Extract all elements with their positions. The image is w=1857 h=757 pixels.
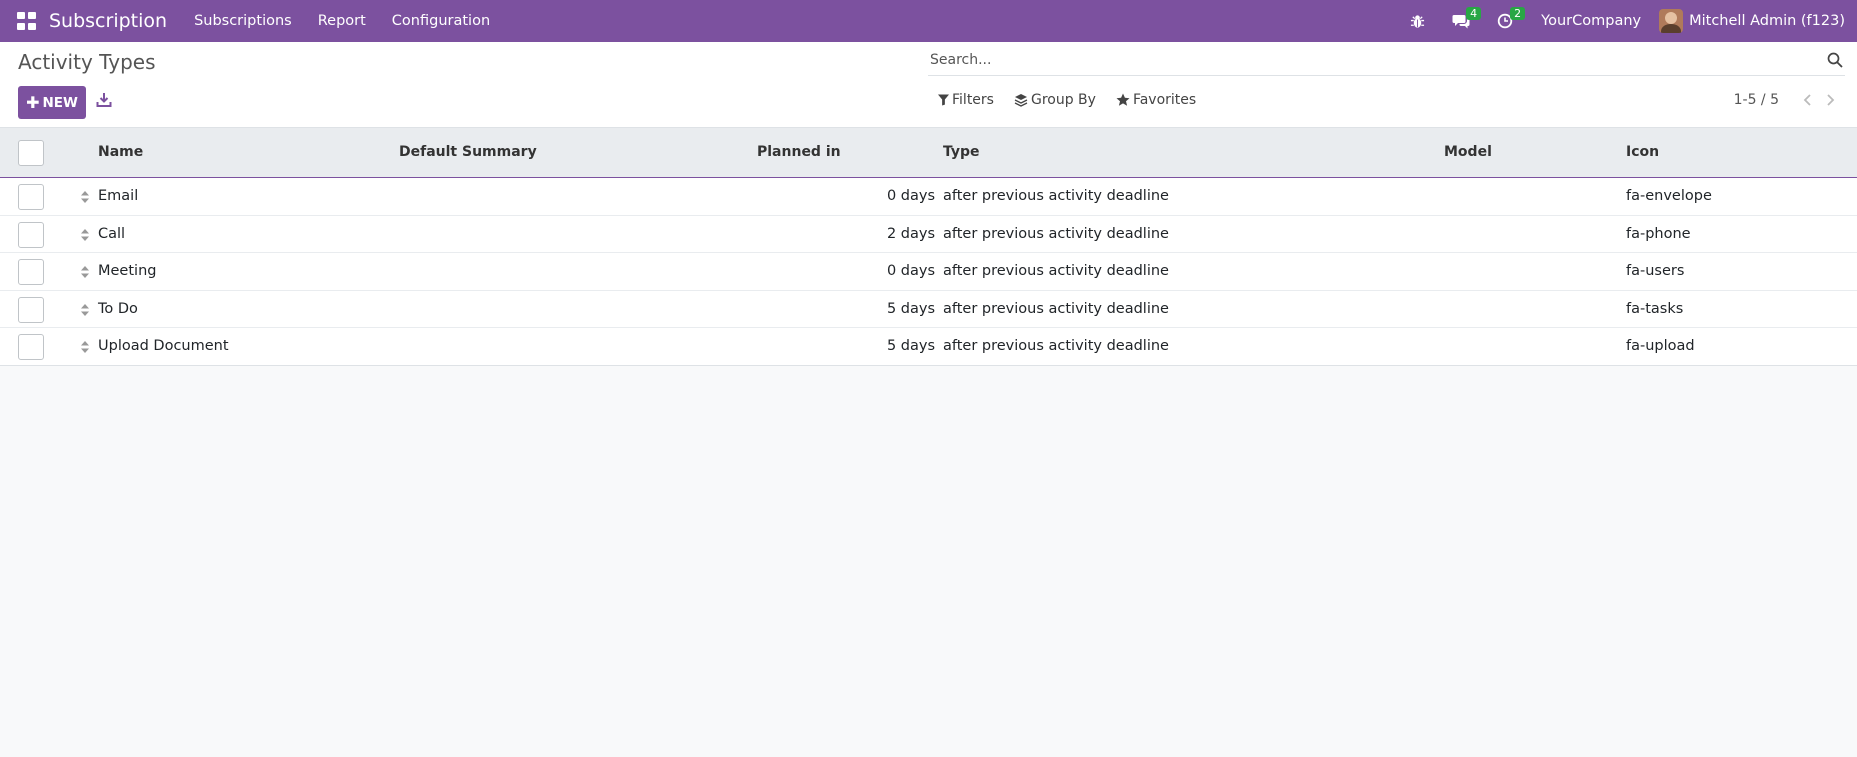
search-icon[interactable] (1827, 52, 1843, 68)
column-model[interactable]: Model (1444, 144, 1492, 160)
top-navbar: Subscription Subscriptions Report Config… (0, 0, 1857, 42)
main-menu: Subscriptions Report Configuration (181, 13, 503, 29)
row-planned-in: 2 days (886, 225, 935, 242)
row-planned-in: 0 days (886, 263, 935, 279)
favorites-label: Favorites (1132, 92, 1197, 108)
column-default-summary[interactable]: Default Summary (399, 144, 537, 160)
menu-configuration[interactable]: Configuration (379, 13, 503, 29)
table-row[interactable]: To Do 5 days after previous activity dea… (0, 291, 1857, 328)
activities-badge: 2 (1510, 7, 1526, 20)
user-name: Mitchell Admin (f123) (1689, 13, 1845, 29)
pager: 1-5 / 5 (1734, 92, 1837, 108)
user-menu[interactable]: Mitchell Admin (f123) (1659, 9, 1845, 33)
row-name: Email (98, 188, 139, 204)
filters-label: Filters (952, 92, 994, 108)
plus-icon: ✚ (26, 93, 40, 112)
row-checkbox[interactable] (18, 184, 44, 210)
row-planned-in: 0 days (886, 188, 935, 204)
row-name: Meeting (98, 263, 157, 279)
page-title: Activity Types (18, 50, 156, 74)
chevron-left-icon[interactable] (1801, 93, 1815, 107)
favorites-button[interactable]: Favorites (1116, 92, 1196, 108)
menu-subscriptions[interactable]: Subscriptions (181, 13, 305, 29)
systray: 4 2 YourCompany Mitchell Admin (f123) (1395, 0, 1857, 42)
row-planned-in: 5 days (886, 338, 935, 354)
drag-handle-icon[interactable] (80, 190, 90, 204)
search-bar (928, 46, 1845, 76)
row-name: To Do (98, 300, 138, 317)
search-options: Filters Group By Favorites (938, 92, 1216, 108)
row-icon: fa-phone (1626, 225, 1691, 242)
drag-handle-icon[interactable] (80, 340, 90, 354)
app-name[interactable]: Subscription (49, 10, 167, 32)
drag-handle-icon[interactable] (80, 303, 90, 317)
pager-value[interactable]: 1-5 / 5 (1734, 92, 1779, 108)
row-checkbox[interactable] (18, 259, 44, 285)
new-button-label: NEW (42, 94, 78, 111)
chevron-right-icon[interactable] (1823, 93, 1837, 107)
row-type: after previous activity deadline (943, 188, 1169, 204)
drag-handle-icon[interactable] (80, 228, 90, 242)
search-input[interactable] (928, 46, 1808, 74)
messages-chat-icon[interactable]: 4 (1451, 7, 1482, 31)
table-header: Name Default Summary Planned in Type Mod… (0, 128, 1857, 178)
row-type: after previous activity deadline (943, 338, 1169, 354)
row-icon: fa-envelope (1626, 188, 1712, 204)
row-checkbox[interactable] (18, 221, 44, 248)
debug-bug-icon[interactable] (1407, 11, 1427, 31)
filters-button[interactable]: Filters (938, 92, 994, 108)
row-type: after previous activity deadline (943, 263, 1169, 279)
drag-handle-icon[interactable] (80, 265, 90, 279)
row-icon: fa-tasks (1626, 300, 1684, 317)
group-by-label: Group By (1030, 92, 1096, 108)
row-checkbox[interactable] (18, 296, 44, 323)
table-row[interactable]: Meeting 0 days after previous activity d… (0, 253, 1857, 291)
column-planned-in[interactable]: Planned in (757, 144, 841, 160)
activities-clock-icon[interactable]: 2 (1495, 7, 1526, 31)
select-all-checkbox[interactable] (18, 140, 44, 166)
column-name[interactable]: Name (98, 144, 143, 160)
group-by-button[interactable]: Group By (1014, 92, 1096, 108)
row-name: Upload Document (98, 338, 229, 354)
new-button[interactable]: ✚ NEW (18, 86, 86, 119)
apps-grid-icon[interactable] (17, 12, 37, 30)
table-row[interactable]: Email 0 days after previous activity dea… (0, 178, 1857, 216)
row-planned-in: 5 days (886, 300, 935, 317)
menu-report[interactable]: Report (305, 13, 379, 29)
table-row[interactable]: Upload Document 5 days after previous ac… (0, 328, 1857, 366)
row-type: after previous activity deadline (943, 300, 1169, 317)
column-icon[interactable]: Icon (1626, 144, 1659, 160)
filter-funnel-icon (938, 94, 949, 106)
activity-types-table: Name Default Summary Planned in Type Mod… (0, 128, 1857, 366)
column-type[interactable]: Type (943, 144, 980, 160)
control-panel: Activity Types ✚ NEW Filters Group By Fa… (0, 42, 1857, 128)
layers-icon (1014, 94, 1028, 107)
avatar (1659, 9, 1684, 33)
row-icon: fa-upload (1626, 338, 1695, 354)
company-switcher[interactable]: YourCompany (1541, 13, 1641, 29)
row-name: Call (98, 225, 126, 242)
messages-badge: 4 (1466, 7, 1482, 20)
star-icon (1116, 93, 1130, 106)
row-type: after previous activity deadline (943, 225, 1169, 242)
row-icon: fa-users (1626, 263, 1685, 279)
table-row[interactable]: Call 2 days after previous activity dead… (0, 216, 1857, 253)
export-download-icon[interactable] (96, 92, 114, 110)
row-checkbox[interactable] (18, 334, 44, 360)
